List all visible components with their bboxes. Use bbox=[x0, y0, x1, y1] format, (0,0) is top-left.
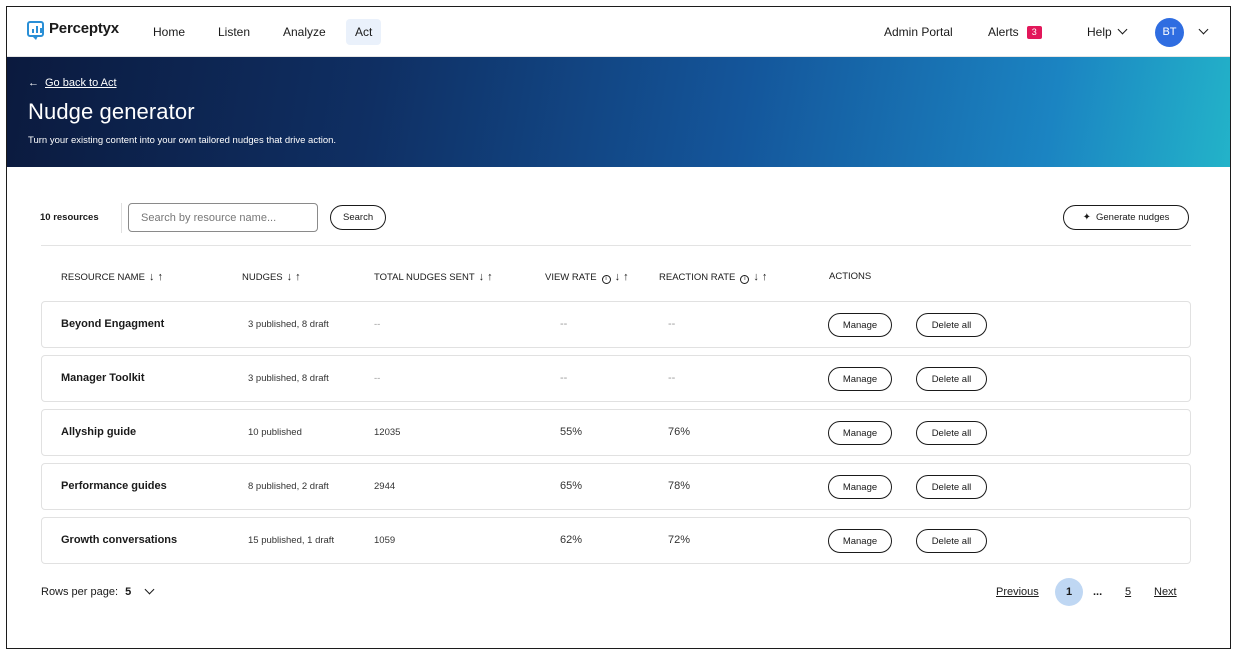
current-page-button[interactable]: 1 bbox=[1055, 578, 1083, 606]
column-header-total-nudges-sent[interactable]: TOTAL NUDGES SENT ↓↑ bbox=[374, 271, 496, 283]
column-label: TOTAL NUDGES SENT bbox=[374, 272, 475, 283]
search-button[interactable]: Search bbox=[330, 205, 387, 230]
resource-name[interactable]: Manager Toolkit bbox=[61, 356, 145, 401]
table-row: Performance guides 8 published, 2 draft … bbox=[41, 463, 1191, 510]
info-icon[interactable]: i bbox=[740, 275, 750, 284]
total-nudges-sent: 1059 bbox=[374, 535, 396, 546]
resource-count: 10 resources bbox=[40, 212, 99, 223]
column-header-view-rate[interactable]: VIEW RATE i ↓↑ bbox=[545, 271, 653, 284]
rows-per-page-select[interactable]: Rows per page: 5 bbox=[41, 584, 155, 598]
total-nudges-sent: -- bbox=[374, 319, 381, 330]
brand-logo[interactable]: Perceptyx bbox=[27, 20, 119, 40]
nudges-count: 3 published, 8 draft bbox=[248, 319, 329, 330]
nav-analyze[interactable]: Analyze bbox=[274, 19, 335, 45]
rows-per-page-value: 5 bbox=[125, 586, 132, 598]
magic-wand-icon: ✦ bbox=[1082, 212, 1091, 223]
view-rate: 55% bbox=[560, 426, 583, 438]
help-label: Help bbox=[1087, 25, 1112, 39]
column-header-actions: ACTIONS bbox=[829, 271, 872, 282]
sort-icon[interactable]: ↓↑ bbox=[615, 271, 632, 283]
alerts-label: Alerts bbox=[988, 25, 1019, 39]
alerts-count-badge: 3 bbox=[1026, 26, 1042, 39]
chevron-down-icon bbox=[1117, 24, 1128, 35]
next-page-link[interactable]: Next bbox=[1154, 586, 1177, 598]
nudges-count: 10 published bbox=[248, 427, 302, 438]
alerts-button[interactable]: Alerts 3 bbox=[988, 19, 1042, 45]
column-header-reaction-rate[interactable]: REACTION RATE i ↓↑ bbox=[659, 271, 770, 284]
sort-icon[interactable]: ↓↑ bbox=[287, 271, 304, 283]
nudges-count: 8 published, 2 draft bbox=[248, 481, 329, 492]
nudges-count: 3 published, 8 draft bbox=[248, 373, 329, 384]
arrow-left-icon: ← bbox=[28, 77, 39, 89]
back-link[interactable]: ← Go back to Act bbox=[28, 77, 117, 89]
nav-act[interactable]: Act bbox=[346, 19, 382, 45]
delete-all-button[interactable]: Delete all bbox=[916, 529, 987, 553]
generate-nudges-label: Generate nudges bbox=[1095, 212, 1170, 223]
column-label: VIEW RATE bbox=[545, 272, 597, 283]
search-input[interactable] bbox=[128, 203, 318, 232]
reaction-rate: -- bbox=[668, 372, 676, 384]
delete-all-button[interactable]: Delete all bbox=[916, 475, 987, 499]
table-row: Manager Toolkit 3 published, 8 draft -- … bbox=[41, 355, 1191, 402]
brand-name: Perceptyx bbox=[49, 20, 119, 37]
rows-per-page-label: Rows per page: bbox=[41, 586, 119, 598]
total-nudges-sent: 12035 bbox=[374, 427, 401, 438]
previous-page-link[interactable]: Previous bbox=[996, 586, 1039, 598]
column-header-nudges[interactable]: NUDGES ↓↑ bbox=[242, 271, 304, 283]
resource-name[interactable]: Allyship guide bbox=[61, 410, 136, 455]
view-rate: -- bbox=[560, 372, 568, 384]
manage-button[interactable]: Manage bbox=[828, 475, 892, 499]
table-row: Allyship guide 10 published 12035 55% 76… bbox=[41, 409, 1191, 456]
manage-button[interactable]: Manage bbox=[828, 529, 892, 553]
generate-nudges-button[interactable]: ✦ Generate nudges bbox=[1063, 205, 1189, 230]
column-label: NUDGES bbox=[242, 272, 283, 283]
nav-home[interactable]: Home bbox=[144, 19, 194, 45]
sort-icon[interactable]: ↓↑ bbox=[149, 271, 166, 283]
back-link-label: Go back to Act bbox=[45, 77, 117, 89]
total-nudges-sent: 2944 bbox=[374, 481, 396, 492]
column-label: REACTION RATE bbox=[659, 272, 736, 283]
resource-name[interactable]: Beyond Engagment bbox=[61, 302, 164, 347]
table-row: Growth conversations 15 published, 1 dra… bbox=[41, 517, 1191, 564]
table-row: Beyond Engagment 3 published, 8 draft --… bbox=[41, 301, 1191, 348]
top-navigation: Perceptyx Home Listen Analyze Act Admin … bbox=[7, 7, 1230, 57]
chevron-down-icon bbox=[144, 584, 155, 595]
sort-icon[interactable]: ↓↑ bbox=[753, 271, 770, 283]
avatar[interactable]: BT bbox=[1155, 18, 1184, 47]
view-rate: 62% bbox=[560, 534, 583, 546]
view-rate: 65% bbox=[560, 480, 583, 492]
sort-icon[interactable]: ↓↑ bbox=[479, 271, 496, 283]
manage-button[interactable]: Manage bbox=[828, 313, 892, 337]
column-header-resource-name[interactable]: RESOURCE NAME ↓↑ bbox=[61, 271, 166, 283]
reaction-rate: 78% bbox=[668, 480, 691, 492]
delete-all-button[interactable]: Delete all bbox=[916, 313, 987, 337]
reaction-rate: 72% bbox=[668, 534, 691, 546]
nudges-count: 15 published, 1 draft bbox=[248, 535, 335, 546]
page-header-banner: ← Go back to Act Nudge generator Turn you… bbox=[7, 57, 1230, 167]
help-menu[interactable]: Help bbox=[1087, 19, 1128, 45]
delete-all-button[interactable]: Delete all bbox=[916, 421, 987, 445]
page-title: Nudge generator bbox=[28, 99, 195, 124]
divider bbox=[41, 245, 1191, 246]
nav-listen[interactable]: Listen bbox=[209, 19, 259, 45]
divider bbox=[121, 203, 122, 233]
perceptyx-logo-icon bbox=[27, 20, 44, 40]
info-icon[interactable]: i bbox=[601, 275, 611, 284]
pagination-ellipsis: ... bbox=[1093, 586, 1103, 598]
resource-name[interactable]: Growth conversations bbox=[61, 518, 177, 563]
page-subtitle: Turn your existing content into your own… bbox=[28, 135, 337, 146]
app-window: Perceptyx Home Listen Analyze Act Admin … bbox=[6, 6, 1231, 649]
manage-button[interactable]: Manage bbox=[828, 367, 892, 391]
reaction-rate: 76% bbox=[668, 426, 691, 438]
chevron-down-icon[interactable] bbox=[1198, 24, 1209, 35]
reaction-rate: -- bbox=[668, 318, 676, 330]
view-rate: -- bbox=[560, 318, 568, 330]
column-label: RESOURCE NAME bbox=[61, 272, 145, 283]
delete-all-button[interactable]: Delete all bbox=[916, 367, 987, 391]
last-page-link[interactable]: 5 bbox=[1125, 586, 1131, 598]
manage-button[interactable]: Manage bbox=[828, 421, 892, 445]
total-nudges-sent: -- bbox=[374, 373, 381, 384]
admin-portal-link[interactable]: Admin Portal bbox=[884, 19, 953, 45]
resource-name[interactable]: Performance guides bbox=[61, 464, 167, 509]
